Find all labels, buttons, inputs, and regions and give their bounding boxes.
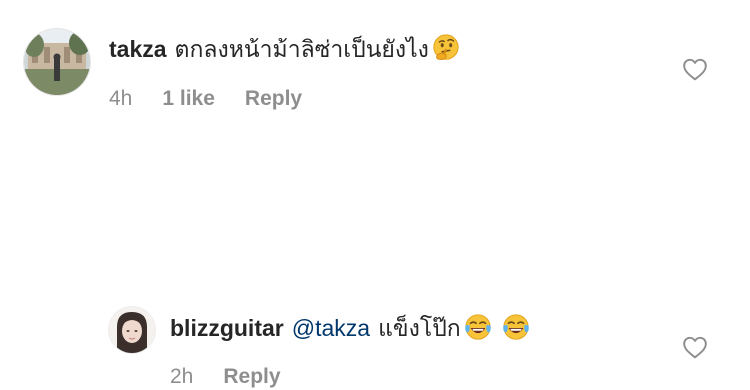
mention-link[interactable]: @takza — [292, 315, 370, 341]
timestamp[interactable]: 4h — [109, 86, 132, 112]
comment-meta-takza: 4h 1 like Reply — [109, 86, 332, 112]
face-with-tears-of-joy-emoji — [464, 314, 491, 340]
username-takza[interactable]: takza — [109, 36, 167, 62]
comment-takza: takza ตกลงหน้าม้าลิซ่าเป็นยังไง 4h 1 like R… — [0, 0, 750, 140]
comment-line-takza: takza ตกลงหน้าม้าลิซ่าเป็นยังไง — [109, 33, 461, 64]
comment-blizzguitar: blizzguitar @takza แข็งโป๊ก 2h Reply — [0, 140, 750, 388]
avatar-blizzguitar-image — [109, 307, 155, 353]
comment-text-blizzguitar: แข็งโป๊ก — [378, 315, 461, 341]
avatar-blizzguitar[interactable] — [108, 306, 156, 354]
comment-line-blizzguitar: blizzguitar @takza แข็งโป๊ก — [170, 312, 531, 343]
timestamp[interactable]: 2h — [170, 364, 193, 390]
comment-meta-blizzguitar: 2h Reply — [170, 364, 311, 390]
comment-text-takza: ตกลงหน้าม้าลิซ่าเป็นยังไง — [174, 36, 429, 62]
face-with-tears-of-joy-emoji — [502, 314, 529, 340]
heart-outline-icon[interactable] — [682, 57, 708, 81]
avatar-takza[interactable] — [23, 28, 91, 96]
username-blizzguitar[interactable]: blizzguitar — [170, 315, 284, 341]
reply-button[interactable]: Reply — [245, 86, 302, 112]
thinking-face-emoji — [433, 34, 459, 60]
avatar-takza-image — [24, 29, 90, 95]
heart-outline-icon[interactable] — [682, 335, 708, 359]
reply-button[interactable]: Reply — [223, 364, 280, 390]
likes-count[interactable]: 1 like — [162, 86, 215, 112]
